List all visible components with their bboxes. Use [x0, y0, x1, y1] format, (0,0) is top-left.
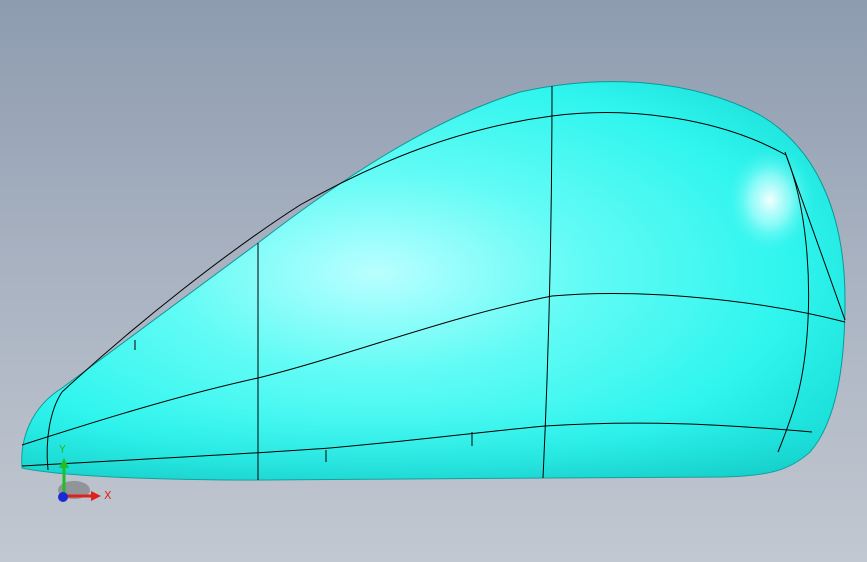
z-axis-dot-icon [58, 492, 68, 502]
model-view-svg[interactable] [0, 0, 867, 562]
y-axis-arrow-icon [59, 458, 69, 468]
tank-shell-model[interactable] [0, 81, 867, 490]
specular-highlight [725, 145, 815, 255]
x-axis-label: X [104, 489, 112, 502]
y-axis-label: Y [58, 443, 66, 456]
coordinate-triad: Y X [58, 443, 112, 502]
graphics-viewport[interactable]: Y X [0, 0, 867, 562]
x-axis-arrow-icon [91, 491, 101, 501]
